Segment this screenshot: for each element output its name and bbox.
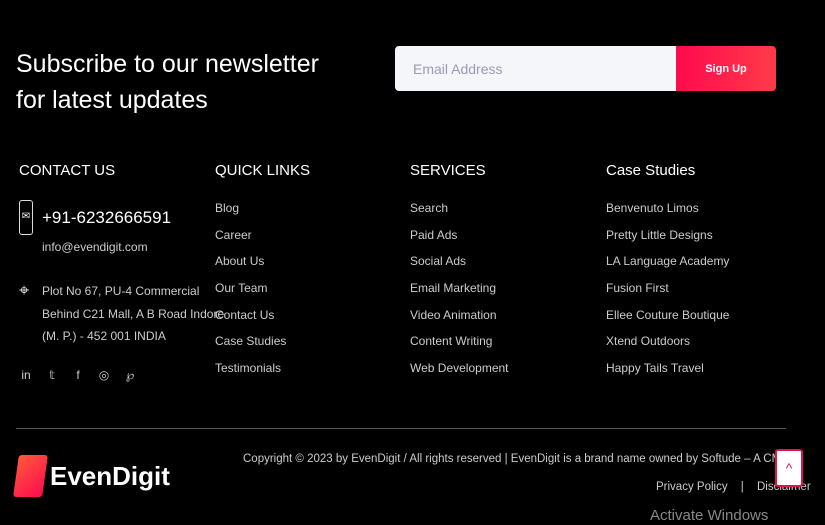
evendigit-logo[interactable]: EvenDigit: [13, 455, 170, 497]
service-link[interactable]: Email Marketing: [410, 281, 509, 308]
service-link[interactable]: Web Development: [410, 361, 509, 388]
privacy-policy-link[interactable]: Privacy Policy: [656, 481, 728, 493]
services-heading: SERVICES: [410, 162, 486, 179]
sign-up-button[interactable]: Sign Up: [676, 46, 776, 91]
address-line: Plot No 67, PU-4 Commercial: [42, 284, 200, 298]
service-link[interactable]: Video Animation: [410, 308, 509, 335]
quick-link[interactable]: Our Team: [215, 281, 310, 308]
contact-column: CONTACT US: [19, 162, 115, 201]
case-study-link[interactable]: Xtend Outdoors: [606, 334, 729, 361]
quick-link[interactable]: Career: [215, 228, 310, 255]
activate-windows-watermark: Activate Windows: [650, 507, 769, 524]
divider: [16, 428, 786, 429]
address: Plot No 67, PU-4 Commercial Behind C21 M…: [42, 280, 224, 348]
newsletter-form: Sign Up: [395, 46, 776, 91]
phone-number[interactable]: +91-6232666591: [42, 208, 171, 228]
quick-links-column: QUICK LINKS Blog Career About Us Our Tea…: [215, 162, 310, 388]
phone-icon: ✉: [19, 200, 33, 235]
linkedin-icon[interactable]: in: [20, 368, 32, 382]
facebook-icon[interactable]: f: [72, 368, 84, 382]
pinterest-icon[interactable]: ℘: [124, 368, 136, 382]
newsletter-title: Subscribe to our newsletter for latest u…: [16, 50, 319, 114]
quick-link[interactable]: Case Studies: [215, 334, 310, 361]
address-line: Behind C21 Mall, A B Road Indore: [42, 306, 225, 321]
case-study-link[interactable]: Ellee Couture Boutique: [606, 308, 729, 335]
scroll-to-top-button[interactable]: ^: [775, 449, 803, 487]
case-studies-heading: Case Studies: [606, 162, 696, 179]
copyright-text: Copyright © 2023 by EvenDigit / All righ…: [243, 453, 783, 465]
case-studies-column: Case Studies Benvenuto Limos Pretty Litt…: [606, 162, 729, 388]
service-link[interactable]: Content Writing: [410, 334, 509, 361]
quick-link[interactable]: Blog: [215, 201, 310, 228]
quick-link[interactable]: Testimonials: [215, 361, 310, 388]
quick-link[interactable]: About Us: [215, 254, 310, 281]
address-line: (M. P.) - 452 001 INDIA: [42, 329, 166, 343]
case-study-link[interactable]: Fusion First: [606, 281, 729, 308]
service-link[interactable]: Social Ads: [410, 254, 509, 281]
social-links: in 𝕥 f ◎ ℘: [20, 368, 136, 382]
case-study-link[interactable]: Benvenuto Limos: [606, 201, 729, 228]
twitter-icon[interactable]: 𝕥: [46, 368, 58, 382]
email-link[interactable]: info@evendigit.com: [42, 240, 148, 254]
logo-mark-icon: [13, 455, 48, 497]
case-study-link[interactable]: Happy Tails Travel: [606, 361, 729, 388]
case-study-link[interactable]: Pretty Little Designs: [606, 228, 729, 255]
services-column: SERVICES Search Paid Ads Social Ads Emai…: [410, 162, 509, 388]
case-study-link[interactable]: LA Language Academy: [606, 254, 729, 281]
instagram-icon[interactable]: ◎: [98, 368, 110, 382]
service-link[interactable]: Paid Ads: [410, 228, 509, 255]
separator: |: [740, 481, 744, 493]
quick-links-heading: QUICK LINKS: [215, 162, 311, 179]
email-input[interactable]: [395, 46, 676, 91]
service-link[interactable]: Search: [410, 201, 509, 228]
map-pin-icon: ⌖: [19, 280, 30, 300]
brand-name: EvenDigit: [50, 460, 170, 491]
quick-link[interactable]: Contact Us: [215, 308, 310, 335]
contact-heading: CONTACT US: [19, 162, 116, 179]
